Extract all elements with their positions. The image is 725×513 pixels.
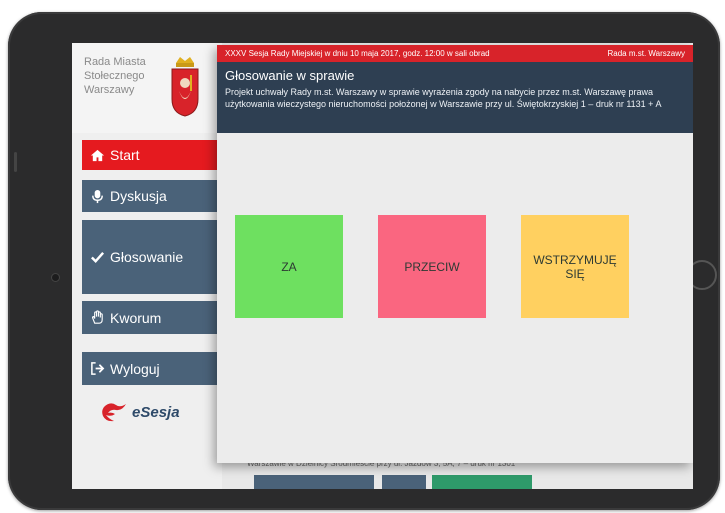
- warsaw-crest-icon: [171, 57, 199, 117]
- vote-przeciw-button[interactable]: PRZECIW: [378, 215, 486, 318]
- background-button: [382, 475, 426, 489]
- brand-line-1: Rada Miasta: [84, 56, 146, 68]
- esesja-emblem-icon: [102, 403, 126, 422]
- nav-start-label: Start: [110, 147, 140, 163]
- background-button: [254, 475, 374, 489]
- camera-icon: [52, 274, 59, 281]
- nav-dyskusja[interactable]: Dyskusja: [82, 180, 222, 212]
- vote-za-button[interactable]: ZA: [235, 215, 343, 318]
- nav-kworum[interactable]: Kworum: [82, 301, 222, 334]
- volume-button: [14, 152, 17, 172]
- brand-header: Rada Miasta Stołecznego Warszawy: [72, 43, 222, 133]
- hand-icon: [91, 310, 103, 324]
- esesja-logo: eSesja: [102, 398, 202, 426]
- nav-dyskusja-label: Dyskusja: [110, 188, 167, 204]
- brand-line-3: Warszawy: [84, 84, 135, 96]
- session-bar: XXXV Sesja Rady Miejskiej w dniu 10 maja…: [217, 45, 693, 62]
- nav-wyloguj[interactable]: Wyloguj: [82, 352, 222, 385]
- vote-wstrzymuje-button[interactable]: WSTRZYMUJĘ SIĘ: [521, 215, 629, 318]
- nav-wyloguj-label: Wyloguj: [110, 360, 160, 377]
- modal-title: Głosowanie w sprawie: [225, 68, 355, 83]
- resolution-description: Projekt uchwały Rady m.st. Warszawy w sp…: [225, 87, 662, 109]
- sidebar: Rada Miasta Stołecznego Warszawy Start D…: [72, 43, 222, 489]
- modal-header: Głosowanie w sprawie Projekt uchwały Rad…: [217, 62, 693, 133]
- nav-kworum-label: Kworum: [110, 309, 162, 326]
- session-info: XXXV Sesja Rady Miejskiej w dniu 10 maja…: [225, 49, 490, 58]
- esesja-logo-text: eSesja: [132, 403, 180, 421]
- brand-title: Rada Miasta Stołecznego Warszawy: [84, 55, 164, 97]
- brand-line-2: Stołecznego: [84, 70, 145, 82]
- check-icon: [91, 251, 105, 263]
- background-button: [432, 475, 532, 489]
- nav-glosowanie-label: Głosowanie: [110, 249, 184, 265]
- microphone-icon: [92, 189, 103, 203]
- nav-start[interactable]: Start: [82, 140, 222, 170]
- council-name: Rada m.st. Warszawy: [607, 49, 686, 58]
- home-icon: [90, 149, 105, 161]
- nav-glosowanie[interactable]: Głosowanie: [82, 220, 222, 294]
- vote-modal: XXXV Sesja Rady Miejskiej w dniu 10 maja…: [217, 45, 693, 463]
- app-screen: Rada Miasta Stołecznego Warszawy Start D…: [72, 43, 693, 489]
- logout-icon: [91, 362, 105, 375]
